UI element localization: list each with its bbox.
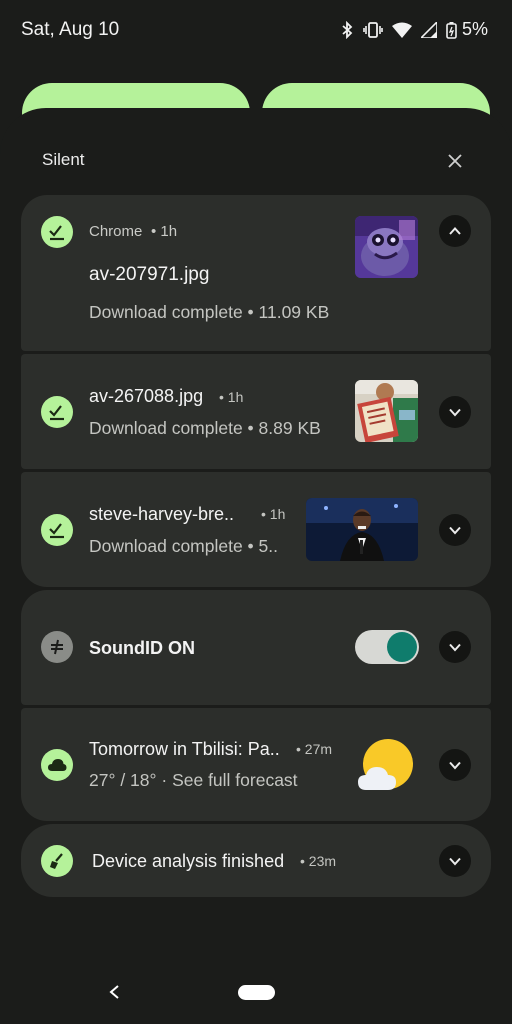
download-done-icon [41, 514, 73, 546]
expand-button[interactable] [439, 514, 471, 546]
collapse-button[interactable] [439, 215, 471, 247]
download-done-icon [41, 396, 73, 428]
notification-shade-screen: Sat, Aug 10 5% Silent Chrome • 1h av-207… [0, 0, 512, 1024]
broom-icon [41, 845, 73, 877]
download-done-icon [41, 216, 73, 248]
notification-time: • 1h [261, 506, 286, 522]
bluetooth-icon [340, 20, 354, 39]
notification-title: SoundID ON [89, 638, 195, 658]
status-bar: Sat, Aug 10 5% [0, 0, 512, 64]
notification-chrome-download-2[interactable] [21, 354, 491, 469]
section-title-silent: Silent [42, 150, 85, 169]
notification-chrome-download-3[interactable] [21, 472, 491, 587]
battery-icon [446, 21, 457, 39]
notification-title: steve-harvey-bre.. [89, 504, 235, 524]
expand-button[interactable] [439, 749, 471, 781]
notification-weather[interactable] [21, 708, 491, 821]
notification-text: Download complete • 11.09 KB [89, 302, 330, 322]
wifi-icon [391, 22, 412, 38]
notification-time: • 27m [296, 741, 333, 757]
cloud-icon [41, 749, 73, 781]
toggle-knob [387, 632, 417, 662]
signal-icon [420, 21, 437, 38]
expand-button[interactable] [439, 845, 471, 877]
notification-time: • 23m [300, 853, 337, 869]
notification-title: av-207971.jpg [89, 264, 210, 285]
close-icon[interactable] [442, 148, 468, 174]
image-thumbnail [306, 498, 418, 561]
soundid-toggle[interactable] [355, 630, 419, 664]
notification-text: 27° / 18° · See full forecast [89, 770, 298, 790]
image-thumbnail [355, 380, 418, 442]
home-handle[interactable] [238, 985, 275, 1000]
status-date: Sat, Aug 10 [21, 19, 120, 40]
image-thumbnail [355, 216, 418, 278]
notification-time: • 1h [151, 223, 178, 240]
back-icon[interactable] [104, 980, 124, 1004]
notification-text: Download complete • 8.89 KB [89, 418, 321, 438]
partly-sunny-icon [358, 738, 414, 794]
notification-title: Tomorrow in Tbilisi: Pa.. [89, 739, 280, 759]
soundid-icon [41, 631, 73, 663]
expand-button[interactable] [439, 396, 471, 428]
notification-title: av-267088.jpg [89, 386, 204, 406]
vibrate-icon [363, 21, 383, 39]
battery-percent: 5% [461, 19, 488, 39]
expand-button[interactable] [439, 631, 471, 663]
notification-title: Device analysis finished [92, 851, 285, 871]
status-icons: 5% [340, 19, 488, 40]
notification-time: • 1h [219, 389, 244, 405]
notification-text: Download complete • 5.. [89, 536, 279, 556]
notification-app-name: Chrome [89, 223, 143, 240]
